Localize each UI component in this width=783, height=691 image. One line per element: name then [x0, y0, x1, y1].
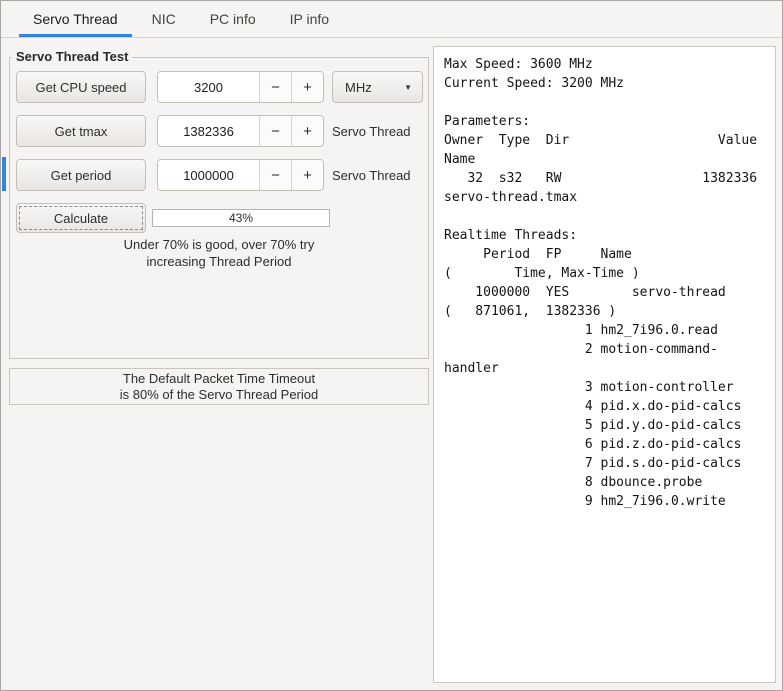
tab-nic-label: NIC — [151, 11, 176, 27]
get-cpu-speed-button[interactable]: Get CPU speed — [16, 71, 146, 103]
speed-unit-combobox[interactable]: MHz ▼ — [332, 71, 423, 103]
cpu-speed-decrement-button[interactable]: − — [259, 72, 291, 102]
get-tmax-button[interactable]: Get tmax — [16, 115, 146, 147]
tab-servo-thread-label: Servo Thread — [33, 11, 118, 27]
tab-bar: Servo Thread NIC PC info IP info — [1, 1, 782, 38]
tab-pc-info-label: PC info — [209, 11, 256, 27]
note-line-2: is 80% of the Servo Thread Period — [119, 387, 319, 402]
hint-line-1: Under 70% is good, over 70% try — [123, 237, 315, 252]
cpu-speed-increment-button[interactable]: + — [291, 72, 323, 102]
tmax-spinbox: 1382336 − + — [157, 115, 324, 147]
calculate-button[interactable]: Calculate — [16, 203, 146, 233]
load-hint-text: Under 70% is good, over 70% try increasi… — [10, 236, 428, 270]
period-thread-label: Servo Thread — [332, 167, 411, 183]
load-progressbar: 43% — [152, 209, 330, 227]
speed-unit-value: MHz — [345, 79, 372, 95]
note-line-1: The Default Packet Time Timeout — [122, 371, 316, 386]
tmax-decrement-button[interactable]: − — [259, 116, 291, 146]
load-progress-text: 43% — [228, 211, 254, 225]
tmax-thread-label: Servo Thread — [332, 123, 411, 139]
tmax-increment-button[interactable]: + — [291, 116, 323, 146]
left-accent-bar — [2, 157, 6, 191]
period-increment-button[interactable]: + — [291, 160, 323, 190]
cpu-speed-value[interactable]: 3200 — [158, 72, 259, 102]
servo-thread-test-frame: Servo Thread Test Get CPU speed 3200 − +… — [9, 49, 429, 359]
tab-servo-thread[interactable]: Servo Thread — [19, 1, 132, 37]
period-decrement-button[interactable]: − — [259, 160, 291, 190]
app-window: Servo Thread NIC PC info IP info Servo T… — [0, 0, 783, 691]
period-value[interactable]: 1000000 — [158, 160, 259, 190]
get-period-button[interactable]: Get period — [16, 159, 146, 191]
tab-ip-info[interactable]: IP info — [276, 1, 343, 37]
period-spinbox: 1000000 − + — [157, 159, 324, 191]
cpu-speed-spinbox: 3200 − + — [157, 71, 324, 103]
tab-pc-info[interactable]: PC info — [196, 1, 270, 37]
frame-title: Servo Thread Test — [12, 49, 133, 64]
tab-ip-info-label: IP info — [289, 11, 330, 27]
tmax-value[interactable]: 1382336 — [158, 116, 259, 146]
tab-nic[interactable]: NIC — [138, 1, 190, 37]
chevron-down-icon: ▼ — [404, 82, 412, 92]
packet-timeout-note: The Default Packet Time Timeout is 80% o… — [9, 368, 429, 405]
hint-line-2: increasing Thread Period — [146, 254, 292, 269]
output-textview[interactable]: Max Speed: 3600 MHz Current Speed: 3200 … — [433, 46, 776, 683]
